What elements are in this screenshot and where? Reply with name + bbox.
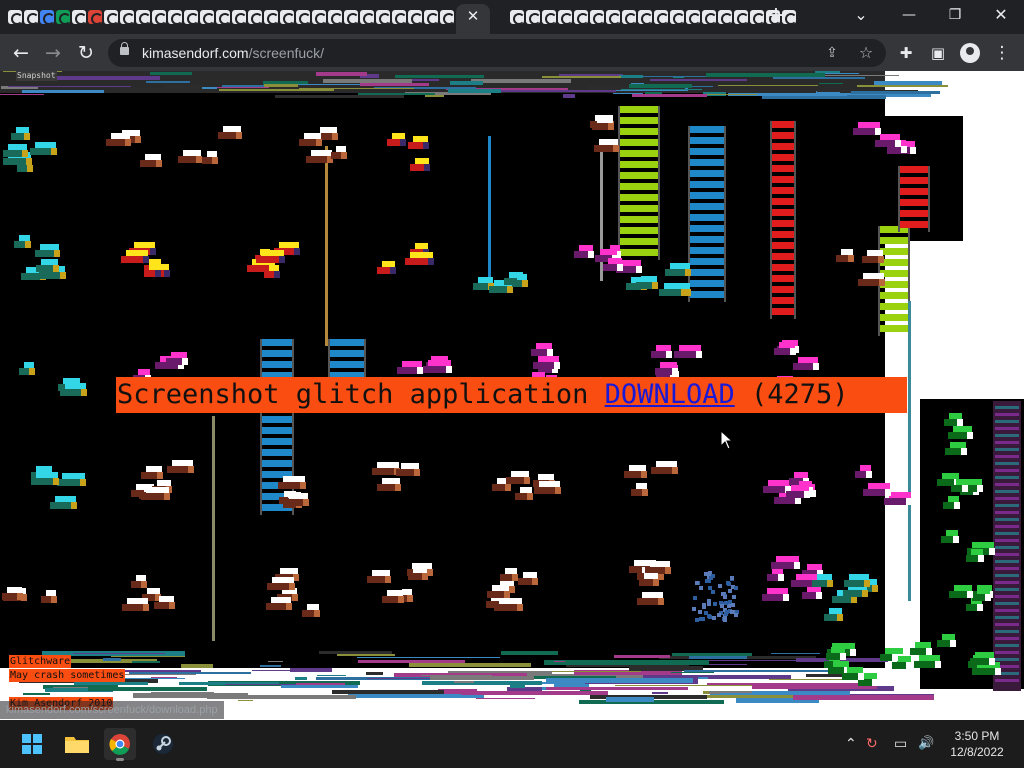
tab-favicon-icon[interactable] bbox=[574, 10, 588, 24]
url-domain: kimasendorf.com bbox=[142, 45, 249, 61]
share-icon[interactable]: ⇪ bbox=[822, 43, 842, 63]
chrome-icon[interactable] bbox=[104, 728, 136, 761]
tab-favicon-icon[interactable] bbox=[56, 10, 70, 24]
menu-icon[interactable]: ⋮ bbox=[992, 43, 1012, 63]
maximize-button[interactable]: ❐ bbox=[932, 0, 978, 30]
tab-favicon-icon[interactable] bbox=[606, 10, 620, 24]
tab-favicon-icon[interactable] bbox=[136, 10, 150, 24]
tab-favicon-icon[interactable] bbox=[558, 10, 572, 24]
crash-note-label: May crash sometimes bbox=[9, 669, 126, 682]
clock-date: 12/8/2022 bbox=[950, 745, 1004, 759]
back-button[interactable]: ← bbox=[7, 39, 35, 67]
file-explorer-icon[interactable] bbox=[61, 728, 93, 760]
tab-favicon-icon[interactable] bbox=[440, 10, 454, 24]
side-panel-icon[interactable]: ▣ bbox=[928, 43, 948, 63]
tab-favicon-icon[interactable] bbox=[360, 10, 374, 24]
tab-favicon-icon[interactable] bbox=[424, 10, 438, 24]
tab-favicon-icon[interactable] bbox=[328, 10, 342, 24]
tab-favicon-icon[interactable] bbox=[248, 10, 262, 24]
close-window-button[interactable]: ✕ bbox=[978, 0, 1024, 30]
tab-favicon-icon[interactable] bbox=[184, 10, 198, 24]
tab-favicon-icon[interactable] bbox=[312, 10, 326, 24]
sync-icon[interactable]: ↻ bbox=[866, 734, 878, 754]
tab-favicon-icon[interactable] bbox=[392, 10, 406, 24]
tab-favicon-icon[interactable] bbox=[264, 10, 278, 24]
lock-icon[interactable] bbox=[120, 42, 129, 55]
steam-icon[interactable] bbox=[147, 728, 179, 760]
tab-favicon-icon[interactable] bbox=[510, 10, 524, 24]
tab-favicon-icon[interactable] bbox=[376, 10, 390, 24]
volume-icon[interactable]: 🔊 bbox=[918, 734, 934, 754]
glitchware-label: Glitchware bbox=[9, 655, 72, 668]
tab-favicon-icon[interactable] bbox=[88, 10, 102, 24]
active-indicator bbox=[116, 758, 124, 761]
profile-icon[interactable] bbox=[960, 43, 980, 63]
tab-favicon-icon[interactable] bbox=[232, 10, 246, 24]
banner-text: Screenshot glitch application bbox=[117, 379, 605, 410]
tab-favicon-icon[interactable] bbox=[104, 10, 118, 24]
browser-toolbar: ← → ↻ kimasendorf.com/screenfuck/ ⇪ ☆ ✚ … bbox=[0, 34, 1024, 71]
tab-favicon-icon[interactable] bbox=[718, 10, 732, 24]
tab-favicon-icon[interactable] bbox=[24, 10, 38, 24]
tab-favicon-icon[interactable] bbox=[622, 10, 636, 24]
tab-favicon-icon[interactable] bbox=[72, 10, 86, 24]
snapshot-label: Snapshot bbox=[16, 71, 57, 81]
tab-favicon-icon[interactable] bbox=[216, 10, 230, 24]
address-bar[interactable]: kimasendorf.com/screenfuck/ ⇪ ☆ bbox=[108, 39, 886, 67]
tab-favicon-icon[interactable] bbox=[686, 10, 700, 24]
tab-favicon-icon[interactable] bbox=[750, 10, 764, 24]
taskbar: ⌃ ↻ ▭ 🔊 3:50 PM 12/8/2022 bbox=[0, 720, 1024, 768]
tab-favicon-icon[interactable] bbox=[526, 10, 540, 24]
tab-favicon-icon[interactable] bbox=[296, 10, 310, 24]
tab-favicon-icon[interactable] bbox=[702, 10, 716, 24]
tab-favicon-icon[interactable] bbox=[734, 10, 748, 24]
tab-favicon-icon[interactable] bbox=[670, 10, 684, 24]
tab-close-icon[interactable]: ✕ bbox=[464, 7, 482, 25]
clock-time: 3:50 PM bbox=[954, 729, 1000, 743]
bookmark-star-icon[interactable]: ☆ bbox=[856, 43, 876, 63]
tab-favicon-icon[interactable] bbox=[120, 10, 134, 24]
url-text[interactable]: kimasendorf.com/screenfuck/ bbox=[142, 45, 324, 61]
tab-favicon-icon[interactable] bbox=[590, 10, 604, 24]
tab-favicon-icon[interactable] bbox=[280, 10, 294, 24]
mouse-cursor-icon bbox=[720, 430, 734, 450]
tab-favicon-icon[interactable] bbox=[152, 10, 166, 24]
tab-favicon-icon[interactable] bbox=[40, 10, 54, 24]
download-link[interactable]: DOWNLOAD bbox=[605, 379, 735, 410]
extensions-icon[interactable]: ✚ bbox=[896, 43, 916, 63]
new-tab-button[interactable]: + bbox=[764, 5, 788, 29]
tray-chevron-icon[interactable]: ⌃ bbox=[845, 734, 857, 754]
minimize-button[interactable]: — bbox=[886, 0, 932, 30]
tab-favicon-icon[interactable] bbox=[408, 10, 422, 24]
tab-favicon-icon[interactable] bbox=[344, 10, 358, 24]
tab-favicon-icon[interactable] bbox=[200, 10, 214, 24]
tab-favicon-icon[interactable] bbox=[638, 10, 652, 24]
page-content: Screenshot glitch application DOWNLOAD (… bbox=[0, 71, 1024, 720]
tab-favicon-icon[interactable] bbox=[654, 10, 668, 24]
browser-tab-bar: ✕ + ⌄ — ❐ ✕ bbox=[0, 0, 1024, 34]
start-icon[interactable] bbox=[16, 728, 48, 760]
display-icon[interactable]: ▭ bbox=[894, 734, 907, 754]
tab-favicon-icon[interactable] bbox=[542, 10, 556, 24]
clock[interactable]: 3:50 PM 12/8/2022 bbox=[944, 728, 1010, 760]
download-count: (4275) bbox=[734, 379, 849, 410]
status-bar-url: kimasendorf.com/screenfuck/download.php bbox=[0, 701, 224, 719]
tab-search-icon[interactable]: ⌄ bbox=[838, 0, 884, 30]
download-banner: Screenshot glitch application DOWNLOAD (… bbox=[116, 377, 907, 413]
tab-strip[interactable] bbox=[0, 0, 798, 34]
url-path: /screenfuck/ bbox=[248, 45, 325, 61]
tab-favicon-icon[interactable] bbox=[8, 10, 22, 24]
forward-button[interactable]: → bbox=[39, 39, 67, 67]
reload-button[interactable]: ↻ bbox=[72, 39, 100, 67]
tab-favicon-icon[interactable] bbox=[168, 10, 182, 24]
